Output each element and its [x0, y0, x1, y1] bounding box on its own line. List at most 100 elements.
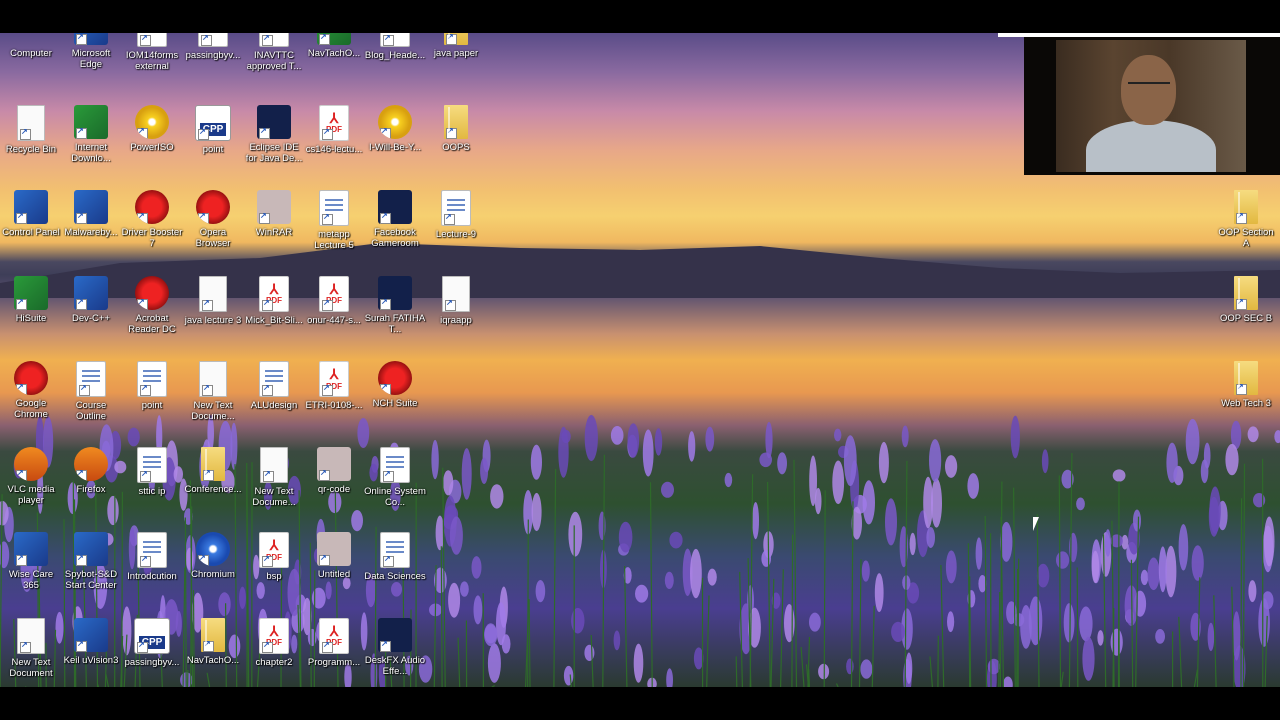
mouse-cursor-icon: [1033, 517, 1039, 531]
desktop-icon-iom14forms[interactable]: IOM14forms external: [121, 33, 183, 72]
desktop-icon-control-panel[interactable]: Control Panel: [0, 190, 62, 238]
desktop-icon-label: ETRI-0108-...: [305, 400, 363, 411]
desktop-icon-oop-sec-b[interactable]: OOP SEC B: [1215, 275, 1277, 324]
desktop-icon-etri-0108[interactable]: PDF ETRI-0108-...: [303, 361, 365, 411]
desktop-icon-dev-cpp[interactable]: Dev-C++: [60, 275, 122, 324]
desktop-icon-qr-code[interactable]: qr-code: [303, 446, 365, 495]
lavender-flower: [633, 643, 644, 683]
desktop-icon-vlc-media-player[interactable]: VLC media player: [0, 446, 62, 506]
desktop-icon-poweriso[interactable]: PowerISO: [121, 104, 183, 153]
lavender-flower: [688, 431, 696, 462]
shortcut-arrow-icon: [79, 383, 90, 396]
desktop-icon-web-tech-3[interactable]: Web Tech 3: [1215, 361, 1277, 409]
desktop-icon-label: Dev-C++: [71, 312, 110, 324]
desktop-icon-metapp-lecture[interactable]: metapp Lecture 5: [303, 190, 365, 251]
shortcut-arrow-icon: [322, 383, 333, 396]
glasses: [1128, 82, 1170, 92]
desktop-icon-blog-header[interactable]: Blog_Heade...: [364, 33, 426, 61]
mick-bit-sli-icon: PDF: [259, 275, 289, 312]
lavender-flower: [584, 414, 598, 462]
desktop-icon-introdcution[interactable]: Introdcution: [121, 532, 183, 582]
desktop-icon-label: Opera Browser: [195, 227, 231, 249]
desktop-icon-google-chrome[interactable]: Google Chrome: [0, 361, 62, 420]
desktop-icon-label: PowerISO: [130, 141, 174, 153]
lavender-flower: [448, 582, 461, 618]
desktop-icon-internet-download[interactable]: Internet Downlo...: [60, 104, 122, 164]
control-panel-icon: [14, 190, 48, 224]
shortcut-arrow-icon: [76, 33, 87, 45]
desktop-icon-firefox[interactable]: Firefox: [60, 446, 122, 495]
desktop-icon-aludesign[interactable]: ALUdesign: [243, 361, 305, 411]
desktop-icon-passingbyv-1[interactable]: passingbyv...: [182, 33, 244, 61]
desktop-icon-recycle-bin[interactable]: Recycle Bin: [0, 104, 62, 155]
desktop-icon-i-will-be[interactable]: I-Will-Be-Y...: [364, 104, 426, 153]
lavender-flower: [690, 548, 702, 599]
desktop-icon-sttic-ip[interactable]: sttic ip: [121, 446, 183, 497]
shortcut-arrow-icon: [198, 127, 209, 140]
desktop-icon-chromium[interactable]: Chromium: [182, 532, 244, 580]
shortcut-arrow-icon: [1236, 382, 1247, 395]
lavender-flower: [1247, 426, 1259, 443]
desktop-icon-opera-browser[interactable]: Opera Browser: [182, 190, 244, 249]
shortcut-arrow-icon: [259, 126, 270, 139]
firefox-icon: [74, 446, 108, 481]
desktop-icon-oops[interactable]: OOPS: [425, 104, 487, 153]
grass-blade: [1130, 559, 1134, 687]
desktop-icon-driver-booster[interactable]: Driver Booster 7: [121, 190, 183, 249]
desktop-icon-label: I-Will-Be-Y...: [368, 141, 422, 153]
lavender-flower: [891, 621, 905, 642]
grass-blade: [1213, 595, 1217, 687]
desktop-icon-iqraapp[interactable]: iqraapp: [425, 275, 487, 326]
desktop-icon-navtacho-1[interactable]: NavTachO...: [303, 33, 365, 59]
desktop-icon-mick-bit-sli[interactable]: PDF Mick_Bit-Sli...: [243, 275, 305, 326]
desktop-icon-cs146-lecture[interactable]: PDF cs146-lectu...: [303, 104, 365, 155]
chapter2-icon: PDF: [259, 617, 289, 654]
desktop-icon-data-sciences[interactable]: Data Sciences: [364, 532, 426, 582]
desktop-icon-untitled[interactable]: Untitled: [303, 532, 365, 580]
lavender-flower: [1041, 449, 1049, 474]
desktop-icon-chapter2[interactable]: PDF chapter2: [243, 617, 305, 668]
desktop-icon-navtacho-2[interactable]: NavTachO...: [182, 617, 244, 666]
desktop-icon-course-outline[interactable]: Course Outline: [60, 361, 122, 422]
desktop-icon-malwarebytes[interactable]: Malwareby...: [60, 190, 122, 238]
desktop-icon-hisuite[interactable]: HiSuite: [0, 275, 62, 324]
desktop-icon-programm[interactable]: PDF Programm...: [303, 617, 365, 668]
desktop-icon-spybot[interactable]: Spybot-S&D Start Center: [60, 532, 122, 591]
desktop-icon-point-cpp[interactable]: CPP point: [182, 104, 244, 155]
grass-blade: [206, 672, 211, 687]
lavender-flower: [1110, 628, 1123, 656]
desktop-icon-conference[interactable]: Conference...: [182, 446, 244, 495]
desktop-icon-deskfx[interactable]: DeskFX Audio Effe...: [364, 617, 426, 677]
desktop-icon-bsp[interactable]: PDF bsp: [243, 532, 305, 582]
desktop-icon-new-text-document[interactable]: New Text Document: [0, 617, 62, 679]
desktop-icon-eclipse-ide[interactable]: Eclipse IDE for Java De...: [243, 104, 305, 164]
acrobat-reader-icon: [135, 275, 169, 310]
lavender-flower: [929, 439, 942, 483]
grass-blade: [835, 683, 839, 687]
desktop-icon-surah-fatiha[interactable]: Surah FATIHA T...: [364, 275, 426, 335]
desktop-icon-facebook-gameroom[interactable]: Facebook Gameroom: [364, 190, 426, 249]
desktop-icon-nch-suite[interactable]: NCH Suite: [364, 361, 426, 409]
desktop-icon-online-system-co[interactable]: Online System Co...: [364, 446, 426, 508]
grass-blade: [1036, 514, 1040, 687]
desktop-icon-new-text-doc-1[interactable]: New Text Docume...: [182, 361, 244, 422]
desktop-icon-microsoft-edge[interactable]: Microsoft Edge: [60, 33, 122, 70]
desktop-icon-inavttc[interactable]: INAVTTC approved T...: [243, 33, 305, 72]
desktop-icon-point-2[interactable]: point: [121, 361, 183, 411]
desktop-icon-label: Data Sciences: [364, 571, 426, 582]
desktop-icon-lecture-9[interactable]: Lecture-9: [425, 190, 487, 240]
opera-browser-icon: [196, 190, 230, 224]
desktop-icon-computer[interactable]: Computer: [0, 33, 62, 59]
desktop-icon-java-lecture-3[interactable]: java lecture 3: [182, 275, 244, 326]
lavender-flower: [1158, 546, 1167, 593]
desktop-icon-winrar[interactable]: WinRAR: [243, 190, 305, 238]
desktop-icon-acrobat-reader[interactable]: Acrobat Reader DC: [121, 275, 183, 335]
passingbyv-1-icon: [198, 33, 228, 47]
desktop-icon-keil-uvision3[interactable]: Keil uVision3: [60, 617, 122, 666]
desktop-icon-onur-447[interactable]: PDF onur-447-s...: [303, 275, 365, 326]
desktop-icon-new-text-doc-2[interactable]: New Text Docume...: [243, 446, 305, 508]
desktop-icon-java-paper[interactable]: java paper: [425, 33, 487, 59]
desktop-icon-passingbyv-2[interactable]: CPP passingbyv...: [121, 617, 183, 668]
desktop-icon-oop-section-a[interactable]: OOP Section A: [1215, 190, 1277, 249]
desktop-icon-wise-care[interactable]: Wise Care 365: [0, 532, 62, 591]
